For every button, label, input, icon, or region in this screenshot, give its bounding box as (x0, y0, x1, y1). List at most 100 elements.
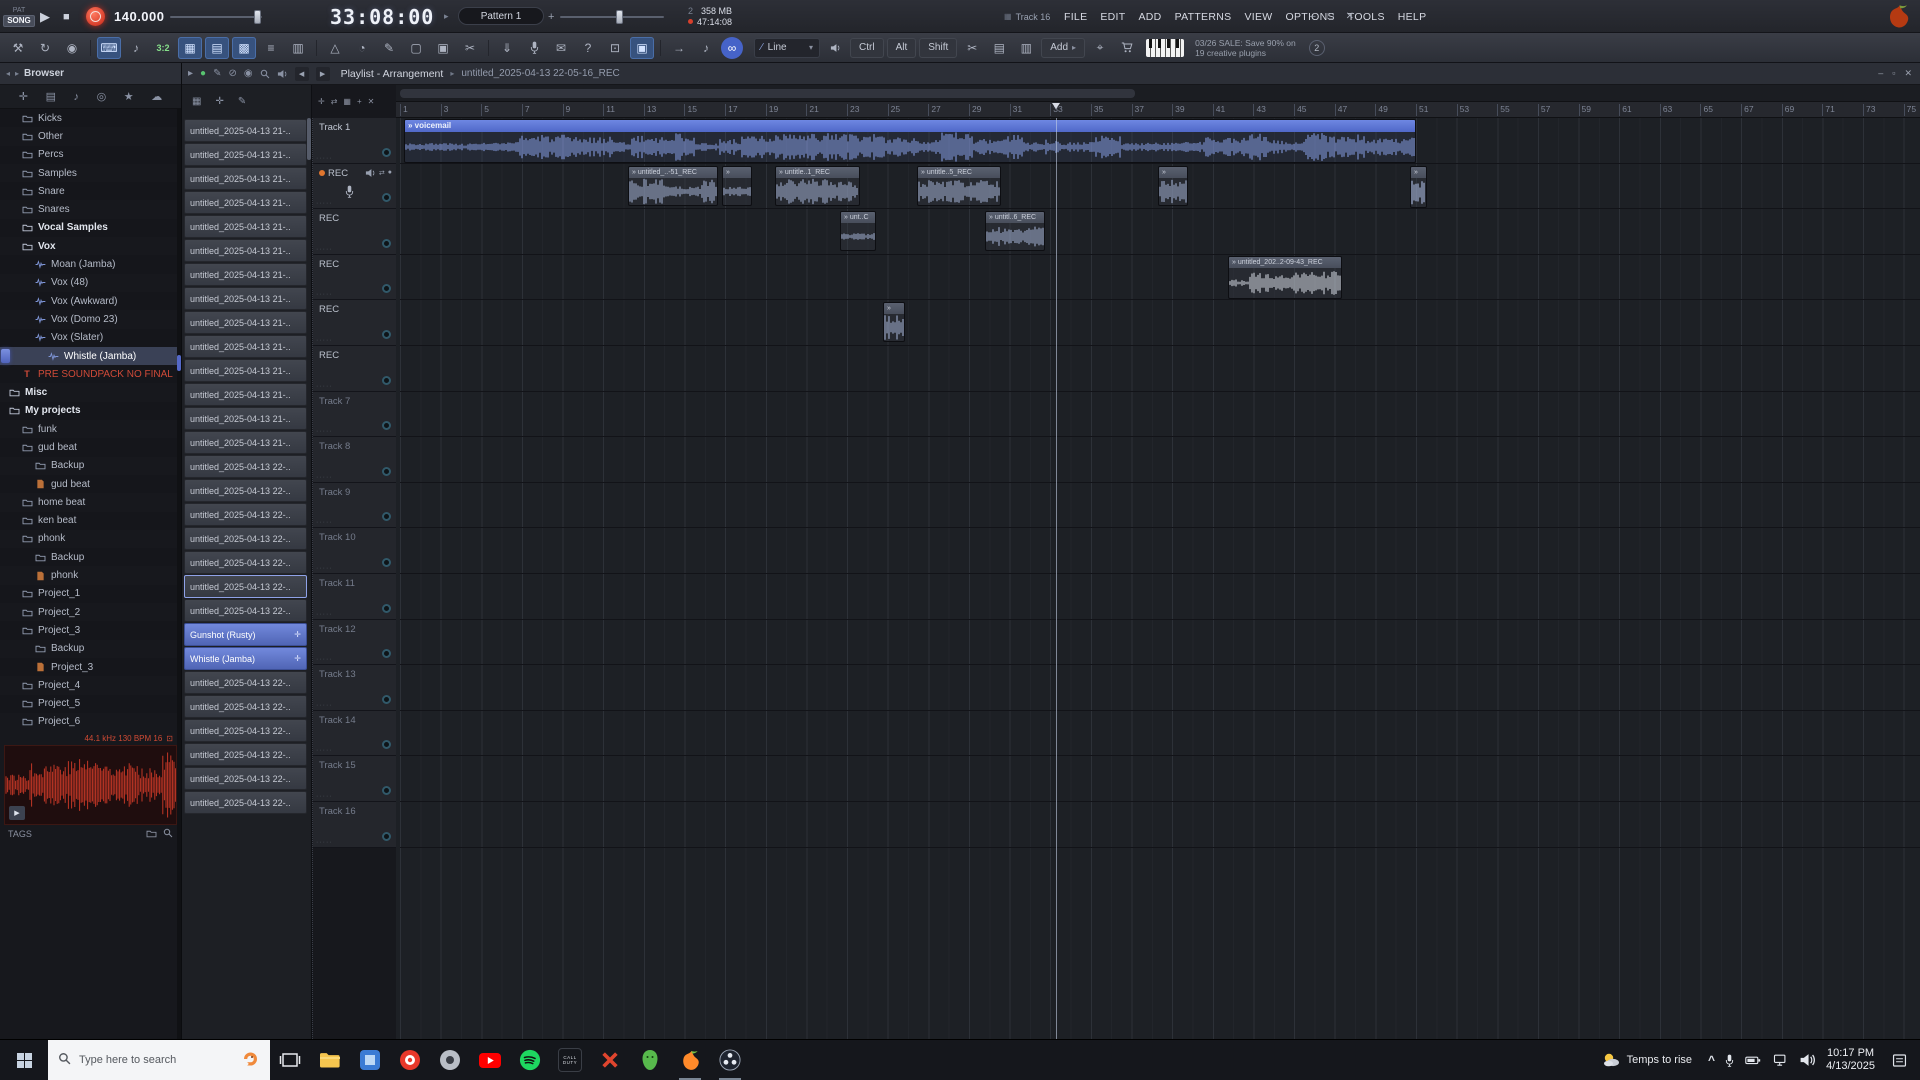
midi-link-icon[interactable]: ∞ (721, 37, 743, 59)
picker-item[interactable]: untitled_2025-04-13 22-.. (184, 455, 307, 478)
clip-header[interactable]: » untitl..6_REC (986, 212, 1044, 223)
browser-tree-item[interactable]: Snares (0, 200, 181, 218)
wait-icon[interactable]: ◔ (350, 37, 374, 59)
save-icon[interactable]: ⇓ (495, 37, 519, 59)
maximize-button[interactable]: □ (1328, 11, 1334, 22)
pat-song-toggle[interactable]: PAT SONG (3, 0, 35, 33)
edit-tool-icon[interactable]: ✎ (377, 37, 401, 59)
favorites-tab-icon[interactable]: ★ (124, 90, 134, 103)
picker-item[interactable]: untitled_2025-04-13 22-.. (184, 599, 307, 622)
browser-tree-item[interactable]: My projects (0, 402, 181, 420)
menu-item-patterns[interactable]: PATTERNS (1175, 11, 1232, 23)
pat-label[interactable]: PAT (3, 7, 35, 14)
audio-clip[interactable]: » untitled_..-51_REC (628, 166, 718, 206)
menu-item-add[interactable]: ADD (1139, 11, 1162, 23)
track-led[interactable] (382, 695, 391, 704)
chat-icon[interactable]: ✉ (549, 37, 573, 59)
picker-item[interactable]: untitled_2025-04-13 21-.. (184, 239, 307, 262)
cut-icon[interactable]: ✂ (458, 37, 482, 59)
pattern-selector[interactable]: Pattern 1 (458, 7, 544, 25)
undo-icon[interactable]: ↻ (33, 37, 57, 59)
picker-item[interactable]: Whistle (Jamba)✛ (184, 647, 307, 670)
track-header[interactable]: Track 14····· (313, 711, 396, 757)
audio-tab-icon[interactable]: ♪ (74, 91, 80, 103)
browser-tree-item[interactable]: Project_4 (0, 676, 181, 694)
taskbar-app-fl-studio[interactable] (670, 1040, 710, 1080)
slider-knob[interactable] (616, 10, 623, 24)
sale-banner[interactable]: 03/26 SALE: Save 90% on19 creative plugi… (1195, 38, 1296, 58)
tray-chevron-icon[interactable]: ^ (1708, 1053, 1715, 1067)
picker-item[interactable]: untitled_2025-04-13 22-.. (184, 479, 307, 502)
clip-header[interactable]: » untitle..1_REC (776, 167, 859, 178)
typing-keyboard-icon[interactable]: ⌨ (97, 37, 121, 59)
audio-clip[interactable]: » untitled_202..2-09-43_REC (1228, 256, 1342, 299)
record-audio-mic-icon[interactable] (522, 37, 546, 59)
menu-item-edit[interactable]: EDIT (1100, 11, 1125, 23)
track-header[interactable]: Track 12····· (313, 620, 396, 666)
taskbar-app-app-red[interactable] (590, 1040, 630, 1080)
time-signature-badge[interactable]: 3:2 (151, 37, 175, 59)
web-tab-icon[interactable]: ◎ (97, 90, 107, 103)
audio-clip[interactable]: » voicemail (404, 119, 1416, 163)
playlist-grid[interactable]: » voicemail » untitled_..-51_REC » » untit… (396, 118, 1920, 1039)
move-handle-icon[interactable]: ✛ (294, 630, 301, 639)
piano-roll-toggle-icon[interactable]: ▤ (205, 37, 229, 59)
track-mini-controls[interactable]: ⇄● (365, 168, 392, 178)
volume-icon[interactable] (1799, 1052, 1816, 1068)
taskbar-app-file-explorer[interactable] (310, 1040, 350, 1080)
track-led[interactable] (382, 193, 391, 202)
browser-tree-item[interactable]: gud beat (0, 438, 181, 456)
browser-tree-item[interactable]: Vocal Samples (0, 219, 181, 237)
clip-header[interactable]: » (1159, 167, 1187, 178)
weather-widget[interactable]: Temps to rise (1595, 1051, 1698, 1069)
add-button[interactable]: Add▸ (1041, 38, 1085, 58)
track-header[interactable]: Track 8····· (313, 437, 396, 483)
browser-tree-item[interactable]: Samples (0, 164, 181, 182)
time-mode-arrow[interactable]: ▸ (444, 0, 449, 33)
pattern-add-button[interactable]: + (548, 0, 554, 33)
help-icon[interactable]: ? (576, 37, 600, 59)
playlist-toggle-icon[interactable]: ▦ (178, 37, 202, 59)
picker-item[interactable]: untitled_2025-04-13 22-.. (184, 695, 307, 718)
clip-header[interactable]: » (1411, 167, 1426, 178)
slider-knob[interactable] (254, 10, 261, 24)
audio-clip[interactable]: » (1158, 166, 1188, 206)
track-led[interactable] (382, 512, 391, 521)
tags-folder-icon[interactable] (146, 829, 157, 840)
menu-item-file[interactable]: FILE (1064, 11, 1087, 23)
picker-item[interactable]: untitled_2025-04-13 21-.. (184, 359, 307, 382)
picker-item[interactable]: untitled_2025-04-13 21-.. (184, 119, 307, 142)
browser-tree-item[interactable]: Vox (Awkward) (0, 292, 181, 310)
picker-item[interactable]: Gunshot (Rusty)✛ (184, 623, 307, 646)
playlist-hscroll-handle[interactable] (400, 89, 1135, 98)
tools-icon[interactable]: ⚒ (6, 37, 30, 59)
clip-header[interactable]: » untitled_..-51_REC (629, 167, 717, 178)
browser-tree-item[interactable]: ken beat (0, 512, 181, 530)
browser-tree-item[interactable]: Moan (Jamba) (0, 255, 181, 273)
browser-tree-item[interactable]: Project_3 (0, 658, 181, 676)
taskbar-app-call-of-duty[interactable]: CALLDUTY (550, 1040, 590, 1080)
picker-item[interactable]: untitled_2025-04-13 21-.. (184, 311, 307, 334)
browser-tree-item[interactable]: home beat (0, 493, 181, 511)
track-led[interactable] (382, 421, 391, 430)
picker-item[interactable]: untitled_2025-04-13 22-.. (184, 551, 307, 574)
shuttle-slider[interactable] (170, 0, 262, 33)
clip-header[interactable]: » untitled_202..2-09-43_REC (1229, 257, 1341, 268)
browser-tree-item[interactable]: Percs (0, 146, 181, 164)
browser-tree-item[interactable]: Project_6 (0, 713, 181, 731)
paste-icon[interactable]: ▣ (431, 37, 455, 59)
stop-button[interactable]: ■ (63, 0, 70, 33)
taskbar-app-youtube[interactable] (470, 1040, 510, 1080)
mixer-toggle-icon[interactable]: ≡ (259, 37, 283, 59)
track-led[interactable] (382, 148, 391, 157)
track-header[interactable]: Track 11····· (313, 574, 396, 620)
browser-tree-item[interactable]: phonk (0, 530, 181, 548)
preview-settings-icon[interactable]: ⊡ (166, 734, 173, 743)
master-pitch-slider[interactable] (560, 0, 664, 33)
browser-tree-item[interactable]: Whistle (Jamba) (0, 347, 181, 365)
target-icon[interactable]: ⌖ (1088, 37, 1112, 59)
audio-clip[interactable]: » (1410, 166, 1427, 208)
clip-header[interactable]: » unt..C (841, 212, 875, 223)
loop-record-icon[interactable]: ◉ (244, 68, 253, 79)
modifier-key-ctrl[interactable]: Ctrl (850, 38, 884, 58)
